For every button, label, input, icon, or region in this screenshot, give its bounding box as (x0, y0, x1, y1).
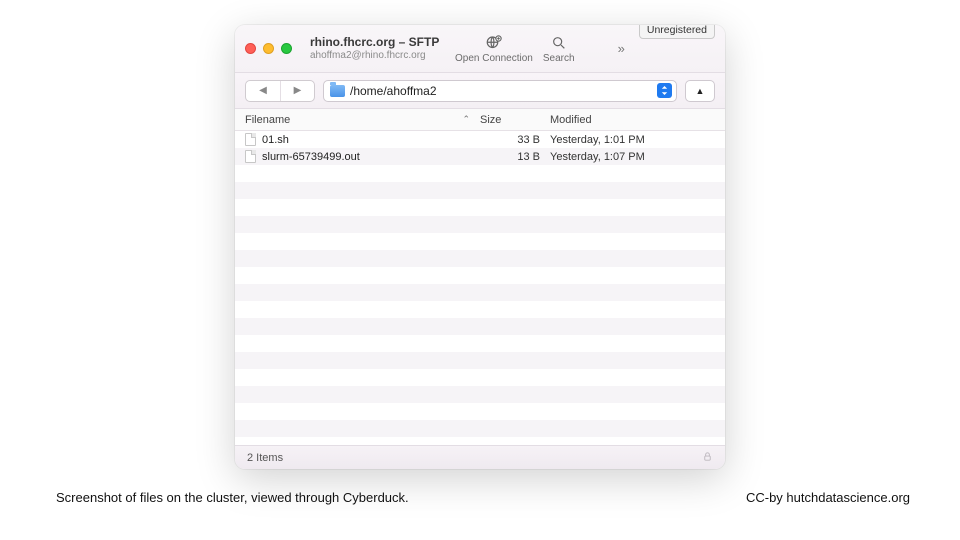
titlebar: rhino.fhcrc.org – SFTP ahoffma2@rhino.fh… (235, 25, 725, 73)
back-button[interactable]: ◀ (246, 81, 280, 101)
globe-plus-icon (483, 34, 505, 52)
status-item-count: 2 Items (247, 452, 283, 464)
window-title: rhino.fhcrc.org – SFTP (310, 36, 445, 50)
file-icon (245, 150, 256, 163)
navigation-bar: ◀ ▶ /home/ahoffma2 ▲ (235, 73, 725, 109)
column-header-size[interactable]: Size (480, 114, 550, 126)
search-icon (548, 34, 570, 52)
column-label: Size (480, 114, 501, 126)
folder-icon (330, 85, 345, 97)
file-icon (245, 133, 256, 146)
status-bar: 2 Items (235, 445, 725, 469)
file-size: 13 B (480, 151, 550, 163)
window-controls (245, 43, 292, 54)
unregistered-badge[interactable]: Unregistered (639, 25, 715, 39)
up-button[interactable]: ▲ (685, 80, 715, 102)
column-header-modified[interactable]: Modified (550, 114, 725, 126)
overflow-icon[interactable]: » (614, 41, 629, 56)
caption-text: Screenshot of files on the cluster, view… (56, 490, 409, 505)
file-size: 33 B (480, 134, 550, 146)
file-modified: Yesterday, 1:07 PM (550, 151, 725, 163)
close-icon[interactable] (245, 43, 256, 54)
column-header-filename[interactable]: Filename ⌃ (245, 114, 480, 126)
file-name: slurm-65739499.out (262, 151, 360, 163)
table-row[interactable]: slurm-65739499.out 13 B Yesterday, 1:07 … (235, 148, 725, 165)
open-connection-button[interactable]: Open Connection (455, 34, 533, 64)
path-text: /home/ahoffma2 (350, 84, 652, 98)
search-button[interactable]: Search (543, 34, 575, 64)
table-row[interactable]: 01.sh 33 B Yesterday, 1:01 PM (235, 131, 725, 148)
minimize-icon[interactable] (263, 43, 274, 54)
file-list[interactable]: 01.sh 33 B Yesterday, 1:01 PM slurm-6573… (235, 131, 725, 445)
app-window: rhino.fhcrc.org – SFTP ahoffma2@rhino.fh… (235, 25, 725, 469)
sort-ascending-icon: ⌃ (462, 114, 470, 125)
path-input[interactable]: /home/ahoffma2 (323, 80, 677, 102)
attribution-text: CC-by hutchdatascience.org (746, 490, 910, 505)
path-dropdown-icon[interactable] (657, 83, 672, 98)
column-label: Filename (245, 114, 290, 126)
zoom-icon[interactable] (281, 43, 292, 54)
file-name: 01.sh (262, 134, 289, 146)
forward-button[interactable]: ▶ (280, 81, 314, 101)
lock-icon (702, 451, 713, 465)
nav-history-buttons: ◀ ▶ (245, 80, 315, 102)
file-modified: Yesterday, 1:01 PM (550, 134, 725, 146)
window-title-block: rhino.fhcrc.org – SFTP ahoffma2@rhino.fh… (310, 36, 445, 61)
open-connection-label: Open Connection (455, 53, 533, 64)
window-subtitle: ahoffma2@rhino.fhcrc.org (310, 50, 445, 62)
search-label: Search (543, 53, 575, 64)
column-label: Modified (550, 114, 592, 126)
column-headers: Filename ⌃ Size Modified (235, 109, 725, 131)
